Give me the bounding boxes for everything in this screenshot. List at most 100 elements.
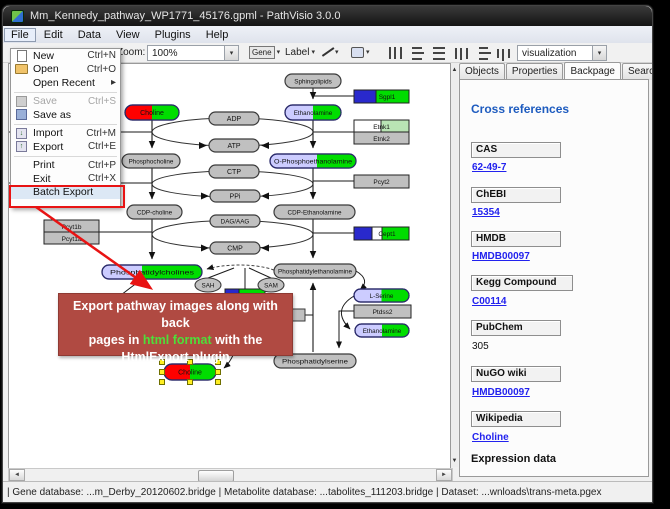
blank-icon — [14, 160, 29, 171]
canvas-hscrollbar[interactable]: ◄ ► — [8, 468, 453, 482]
align-middle-button[interactable] — [407, 45, 427, 61]
gene-sgpl1[interactable]: Sgpl1 — [354, 90, 409, 103]
menu-item-shortcut: Ctrl+N — [87, 50, 116, 61]
node-sah[interactable]: SAH — [195, 278, 221, 292]
node-l-serine[interactable]: L-Serine — [354, 289, 409, 302]
splitter-collapse-icon[interactable]: ▲ — [451, 66, 458, 75]
file-menu-save-as[interactable]: Save as — [11, 108, 120, 122]
distribute-vertical-button[interactable] — [451, 45, 471, 61]
file-menu-export[interactable]: ↑ Export Ctrl+E — [11, 140, 120, 154]
label-tool-dropdown[interactable]: Label ▾ — [285, 45, 315, 59]
selection-handle[interactable] — [216, 380, 221, 385]
node-dag-aag[interactable]: DAG/AAG — [210, 215, 260, 227]
scroll-left-icon[interactable]: ◄ — [9, 469, 25, 481]
visualization-value: visualization — [522, 48, 576, 59]
gene-etnk2[interactable]: Etnk2 — [354, 132, 409, 144]
visualization-dropdown-icon[interactable]: ▾ — [592, 46, 606, 60]
tab-backpage[interactable]: Backpage — [564, 62, 620, 80]
xref-link-nugo[interactable]: HMDB00097 — [472, 387, 530, 398]
distribute-vertical-icon — [455, 48, 468, 59]
zoom-dropdown-icon[interactable]: ▾ — [224, 46, 238, 60]
menu-view[interactable]: View — [109, 28, 147, 42]
xref-link-cas[interactable]: 62-49-7 — [472, 162, 506, 173]
submenu-arrow-icon: ▸ — [111, 77, 116, 88]
xref-link-hmdb[interactable]: HMDB00097 — [472, 251, 530, 262]
scroll-right-icon[interactable]: ► — [436, 469, 452, 481]
node-phosphocholine[interactable]: Phosphocholine — [122, 154, 180, 168]
node-ctp[interactable]: CTP — [209, 165, 259, 178]
file-menu-open-recent[interactable]: Open Recent ▸ — [11, 76, 120, 90]
xref-link-kegg[interactable]: C00114 — [472, 296, 506, 307]
visualization-combobox[interactable]: visualization ▾ — [517, 45, 607, 61]
gene-tool-dropdown[interactable]: Gene ▾ — [249, 45, 280, 59]
node-label: CDP-Ethanolamine — [288, 210, 342, 217]
selection-handle[interactable] — [160, 370, 165, 375]
label-dropdown-icon: ▾ — [311, 48, 315, 56]
zoom-combobox[interactable]: 100% ▾ — [147, 45, 239, 61]
menu-item-label: Save — [33, 95, 88, 107]
file-menu-print[interactable]: Print Ctrl+P — [11, 159, 120, 173]
file-menu-import[interactable]: ↓ Import Ctrl+M — [11, 127, 120, 141]
menu-plugins[interactable]: Plugins — [148, 28, 198, 42]
gene-pcyt1b[interactable]: Pcyt1b — [44, 220, 99, 232]
node-atp[interactable]: ATP — [209, 139, 259, 152]
selection-handle[interactable] — [216, 370, 221, 375]
node-ethanolamine-top[interactable]: Ethanolamine — [285, 105, 341, 120]
edge-pe-lserine[interactable] — [356, 271, 365, 290]
gene-pcyt2[interactable]: Pcyt2 — [354, 175, 409, 188]
node-adp[interactable]: ADP — [209, 112, 259, 125]
node-phosphatidylcholines[interactable]: Phosphatidylcholines — [102, 265, 202, 279]
save-icon — [14, 96, 29, 107]
align-center-button[interactable] — [385, 45, 405, 61]
node-choline-top[interactable]: Choline — [125, 105, 179, 120]
common-width-button[interactable] — [473, 45, 493, 61]
node-cmp[interactable]: CMP — [210, 242, 260, 254]
selection-handle[interactable] — [188, 380, 193, 385]
node-ppi[interactable]: PPi — [210, 190, 260, 202]
tab-search[interactable]: Search — [622, 63, 653, 80]
node-cdp-ethanolamine[interactable]: CDP-Ethanolamine — [274, 205, 355, 219]
tab-properties[interactable]: Properties — [506, 63, 564, 80]
xref-header-hmdb: HMDB — [471, 231, 561, 247]
selection-handle[interactable] — [160, 380, 165, 385]
menu-file[interactable]: File — [4, 28, 36, 42]
file-menu-open[interactable]: Open Ctrl+O — [11, 63, 120, 77]
node-o-phosphoethanolamine[interactable]: O-Phosphoethanolamine — [270, 154, 356, 168]
node-label: Ethanolamine — [363, 328, 402, 335]
node-sphingolipids[interactable]: Sphingolipids — [285, 74, 341, 88]
connector-sah[interactable] — [208, 268, 234, 278]
node-ethanolamine-bottom[interactable]: Ethanolamine — [355, 324, 409, 337]
distribute-horizontal-button[interactable] — [429, 45, 449, 61]
gene-ptdss2[interactable]: Ptdss2 — [354, 305, 411, 318]
gene-etnk1[interactable]: Etnk1 — [354, 120, 409, 132]
common-height-button[interactable] — [493, 45, 513, 61]
edge-pe-pc-dashed[interactable] — [207, 265, 274, 270]
gene-cept1[interactable]: Cept1 — [354, 227, 409, 240]
connector-ptdss2-ps[interactable] — [339, 311, 354, 348]
line-tool-dropdown[interactable]: ▾ — [321, 45, 339, 59]
node-cdp-choline[interactable]: CDP-choline — [127, 205, 182, 219]
node-phosphatidylethanolamine[interactable]: Phosphatidylethanolamine — [274, 264, 356, 278]
connector-sam[interactable] — [249, 268, 271, 278]
gene-pcyt1a[interactable]: Pcyt1a — [44, 232, 99, 244]
tab-objects[interactable]: Objects — [459, 63, 505, 80]
blank-icon — [14, 173, 29, 184]
xref-link-chebi[interactable]: 15354 — [472, 207, 500, 218]
file-menu-save[interactable]: Save Ctrl+S — [11, 95, 120, 109]
shape-tool-dropdown[interactable]: ▾ — [351, 45, 370, 59]
menu-data[interactable]: Data — [71, 28, 108, 42]
edge-lserine-ethanolamine[interactable] — [341, 296, 354, 329]
xref-link-wikipedia[interactable]: Choline — [472, 432, 509, 443]
node-label: SAM — [264, 283, 278, 290]
title-bar[interactable]: Mm_Kennedy_pathway_WP1771_45176.gpml - P… — [3, 6, 652, 26]
file-menu-new[interactable]: New Ctrl+N — [11, 49, 120, 63]
file-menu-exit[interactable]: Exit Ctrl+X — [11, 172, 120, 186]
menu-help[interactable]: Help — [199, 28, 236, 42]
hscroll-track[interactable] — [25, 470, 436, 480]
annotation-callout: Export pathway images along with back pa… — [58, 293, 293, 356]
node-label: ADP — [227, 116, 242, 123]
splitter-expand-icon[interactable]: ▼ — [451, 457, 458, 466]
panel-splitter[interactable]: ▲ ▼ — [451, 63, 458, 467]
node-sam[interactable]: SAM — [258, 278, 284, 292]
menu-edit[interactable]: Edit — [37, 28, 70, 42]
